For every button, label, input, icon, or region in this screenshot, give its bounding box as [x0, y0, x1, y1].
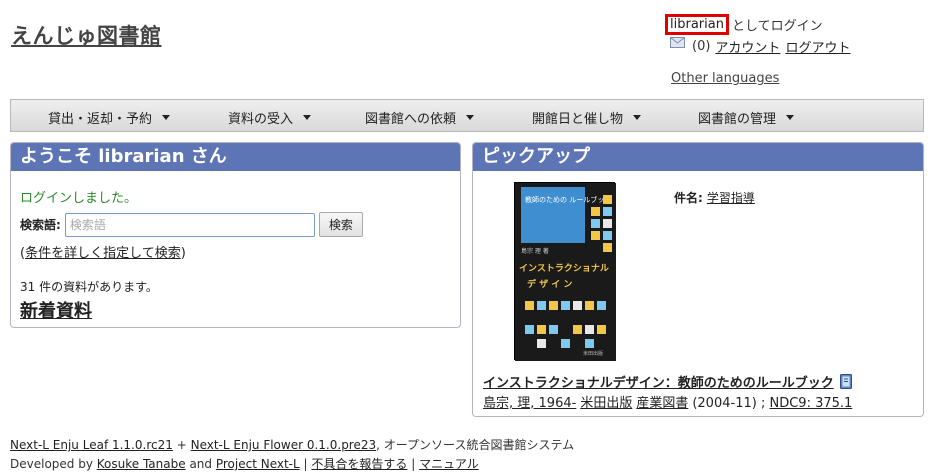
- publisher-link-1[interactable]: 米田出版: [580, 396, 632, 411]
- subject-line: 件名: 学習指導: [674, 189, 755, 206]
- nav-requests[interactable]: 図書館への依頼: [365, 108, 475, 127]
- paren-close: ): [180, 246, 186, 261]
- cover-title-line2: デ ザ イ ン: [527, 278, 572, 290]
- advanced-search: (条件を詳しく指定して検索): [20, 242, 186, 261]
- pickup-panel: ピックアップ 教師のための ルールブック 島宗 理 著 インストラクショナル デ…: [472, 142, 924, 417]
- nav-admin[interactable]: 図書館の管理: [698, 108, 795, 127]
- footer: Next-L Enju Leaf 1.1.0.rc21 + Next-L Enj…: [10, 436, 574, 474]
- cover-top-text: 教師のための ルールブック: [525, 195, 611, 204]
- search-form: 検索語: 検索: [20, 212, 363, 237]
- other-languages-link[interactable]: Other languages: [671, 71, 779, 86]
- book-cover-image[interactable]: 教師のための ルールブック 島宗 理 著 インストラクショナル デ ザ イ ン …: [514, 182, 616, 361]
- cover-title-line1: インストラクショナル: [519, 263, 609, 274]
- caret-down-icon: [786, 115, 795, 120]
- mail-icon[interactable]: [670, 36, 685, 48]
- welcome-panel: ようこそ librarian さん ログインしました。 検索語: 検索 (条件を…: [10, 142, 461, 328]
- account-link[interactable]: アカウント: [715, 37, 780, 56]
- nav-label: 図書館の管理: [698, 112, 777, 127]
- item-count: 31 件の資料があります。: [20, 280, 158, 294]
- welcome-heading: ようこそ librarian さん: [11, 143, 460, 171]
- manual-link[interactable]: マニュアル: [419, 457, 479, 471]
- caret-down-icon: [633, 115, 642, 120]
- nav-label: 開館日と催し物: [532, 112, 624, 127]
- main-nav: 貸出・返却・予約 資料の受入 図書館への依頼 開館日と催し物 図書館の管理: [10, 99, 924, 132]
- caret-down-icon: [466, 115, 475, 120]
- enju-leaf-link[interactable]: Next-L Enju Leaf 1.1.0.rc21: [10, 438, 173, 452]
- developer-link-1[interactable]: Kosuke Tanabe: [97, 457, 186, 471]
- and-text: and: [189, 457, 213, 471]
- username-highlight: librarian: [665, 13, 729, 35]
- search-label: 検索語:: [20, 218, 61, 232]
- nav-events[interactable]: 開館日と催し物: [532, 108, 642, 127]
- user-box: librarian としてログイン (0) アカウント ログアウト: [665, 13, 850, 56]
- author-link[interactable]: 島宗, 理, 1964-: [483, 396, 576, 411]
- login-status-text: としてログイン: [731, 18, 823, 34]
- meta-separator: ;: [760, 396, 766, 411]
- pub-date: (2004-11): [692, 396, 757, 411]
- book-icon: [839, 374, 852, 389]
- book-title-line: インストラクショナルデザイン：教師のためのルールブック: [483, 372, 852, 391]
- footer-separator: |: [303, 457, 308, 471]
- flash-message: ログインしました。: [20, 191, 138, 206]
- caret-down-icon: [162, 115, 171, 120]
- logout-link[interactable]: ログアウト: [785, 37, 850, 56]
- footer-line-1: Next-L Enju Leaf 1.1.0.rc21 + Next-L Enj…: [10, 436, 574, 455]
- developed-by-text: Developed by: [10, 457, 93, 471]
- publisher-link-2[interactable]: 産業図書: [636, 396, 688, 411]
- new-items-link[interactable]: 新着資料: [20, 297, 92, 323]
- cover-author-text: 島宗 理 著: [521, 247, 549, 255]
- advanced-search-link[interactable]: 条件を詳しく指定して検索: [25, 246, 181, 261]
- search-input[interactable]: [64, 212, 315, 237]
- enju-flower-link[interactable]: Next-L Enju Flower 0.1.0.pre23: [191, 438, 377, 452]
- nav-acquisition[interactable]: 資料の受入: [228, 108, 312, 127]
- pickup-heading: ピックアップ: [473, 143, 923, 171]
- subject-label: 件名:: [674, 191, 703, 205]
- caret-down-icon: [303, 115, 312, 120]
- book-meta: 島宗, 理, 1964- 米田出版 産業図書 (2004-11) ; NDC9: 37…: [483, 392, 856, 411]
- search-button[interactable]: 検索: [318, 212, 363, 237]
- report-bug-link[interactable]: 不具合を報告する: [311, 457, 407, 471]
- ndc-link[interactable]: NDC9: 375.1: [769, 396, 852, 411]
- subject-link[interactable]: 学習指導: [707, 191, 755, 205]
- nav-circulation[interactable]: 貸出・返却・予約: [48, 108, 171, 127]
- footer-plus: +: [176, 438, 187, 452]
- mail-count: (0): [692, 38, 711, 54]
- book-title-link[interactable]: インストラクショナルデザイン：教師のためのルールブック: [483, 372, 834, 391]
- nav-label: 図書館への依頼: [365, 112, 457, 127]
- developer-link-2[interactable]: Project Next-L: [216, 457, 300, 471]
- footer-separator: |: [411, 457, 416, 471]
- site-title[interactable]: えんじゅ図書館: [11, 20, 162, 50]
- footer-tagline: , オープンソース統合図書館システム: [376, 438, 575, 452]
- nav-label: 資料の受入: [228, 112, 294, 127]
- footer-line-2: Developed by Kosuke Tanabe and Project N…: [10, 455, 574, 474]
- nav-label: 貸出・返却・予約: [48, 112, 153, 127]
- cover-publisher-text: 米田出版: [583, 350, 603, 357]
